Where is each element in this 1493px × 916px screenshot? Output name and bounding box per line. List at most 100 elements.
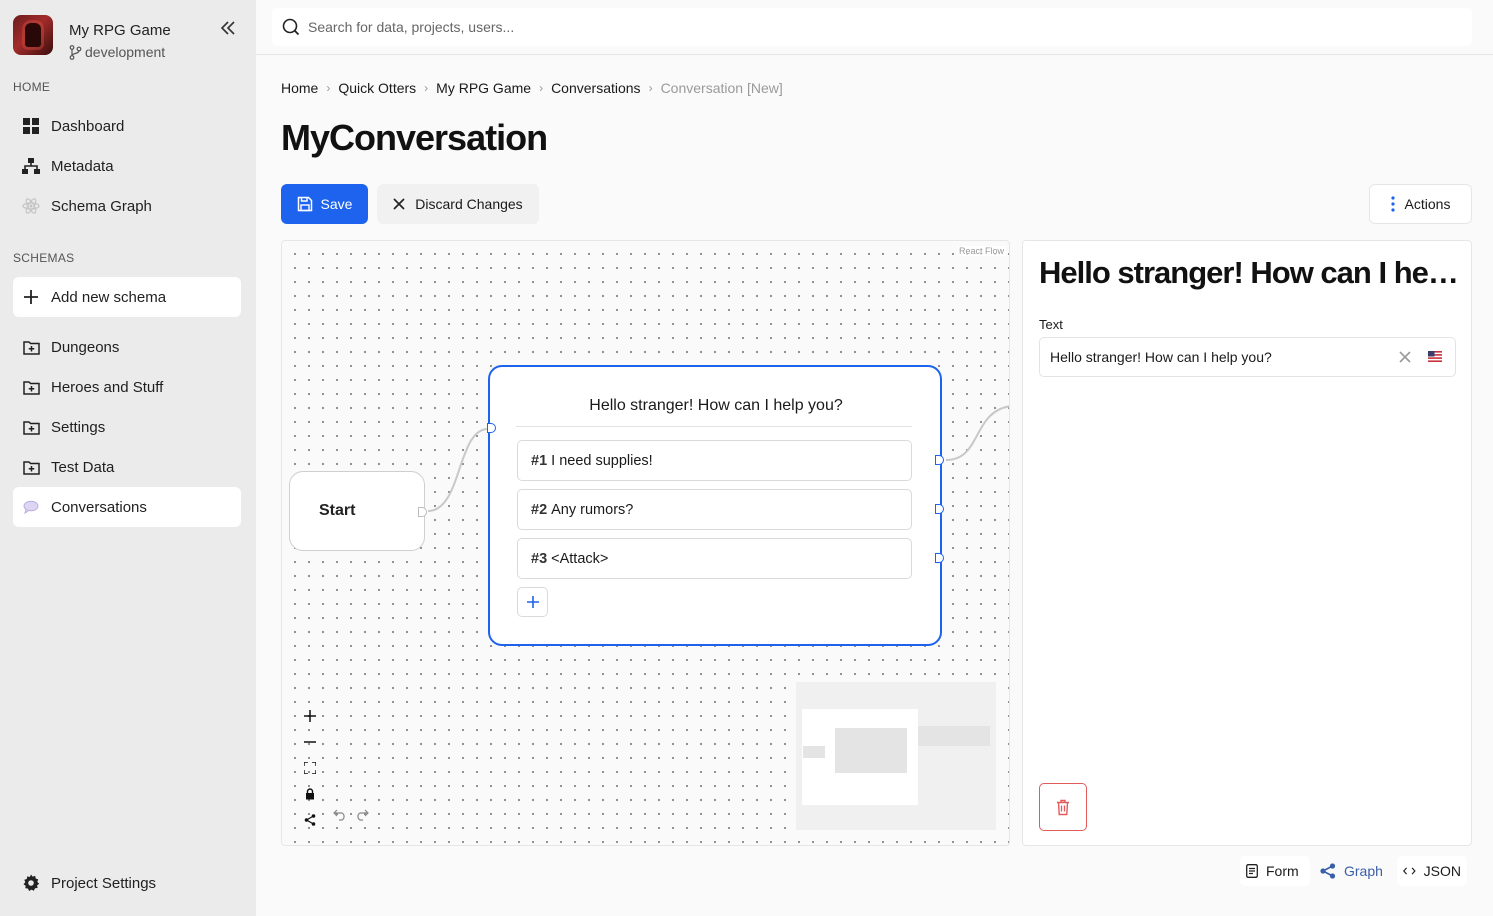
plus-icon	[21, 287, 41, 307]
view-tab-form-label: Form	[1266, 863, 1299, 879]
sidebar-item-label: Conversations	[51, 498, 147, 516]
save-button[interactable]: Save	[281, 184, 368, 224]
more-vertical-icon	[1390, 196, 1395, 212]
graph-share-icon	[1320, 863, 1336, 879]
sitemap-icon	[21, 156, 41, 176]
clear-icon[interactable]	[1397, 349, 1413, 365]
git-branch-icon	[69, 44, 82, 60]
share-layout-button[interactable]	[299, 809, 321, 831]
choice-number: #3	[531, 550, 548, 567]
view-tab-graph[interactable]: Graph	[1314, 856, 1392, 886]
minimap-node	[803, 746, 825, 758]
edge-start-to-node	[427, 428, 489, 512]
breadcrumb-home[interactable]: Home	[281, 80, 318, 96]
choice-text: I need supplies!	[551, 452, 653, 469]
share-icon	[304, 814, 316, 826]
choice-item[interactable]: #2 Any rumors?	[517, 489, 912, 530]
choice-item[interactable]: #1 I need supplies!	[517, 440, 912, 481]
sidebar-item-test-data[interactable]: Test Data	[13, 447, 241, 487]
chevron-right-icon: ›	[424, 81, 429, 95]
discard-label: Discard Changes	[415, 196, 523, 212]
save-label: Save	[320, 196, 353, 212]
search-input[interactable]	[308, 19, 1408, 35]
node-divider	[516, 426, 912, 427]
discard-changes-button[interactable]: Discard Changes	[377, 184, 539, 224]
page-title: MyConversation	[281, 117, 548, 158]
choice-number: #2	[531, 501, 548, 518]
graph-controls	[299, 705, 319, 835]
folder-plus-icon	[21, 457, 41, 477]
text-field-label: Text	[1039, 317, 1063, 332]
undo-icon[interactable]	[333, 809, 347, 821]
minimap-node	[918, 726, 990, 746]
start-node[interactable]: Start	[289, 471, 427, 551]
branch-name: development	[85, 44, 166, 60]
node-detail-panel: Hello stranger! How can I help you? Text	[1022, 240, 1472, 846]
minimap[interactable]	[796, 682, 996, 830]
breadcrumb-project[interactable]: My RPG Game	[436, 80, 531, 96]
zoom-out-button[interactable]	[299, 731, 321, 753]
breadcrumb: Home › Quick Otters › My RPG Game › Conv…	[281, 80, 783, 96]
sidebar-item-label: Heroes and Stuff	[51, 378, 164, 396]
breadcrumb-current: Conversation [New]	[660, 80, 783, 96]
breadcrumb-org[interactable]: Quick Otters	[338, 80, 416, 96]
save-icon	[297, 196, 312, 212]
sidebar-item-conversations[interactable]: Conversations	[13, 487, 241, 527]
sidebar-item-heroes-and-stuff[interactable]: Heroes and Stuff	[13, 367, 241, 407]
sidebar-item-label: Settings	[51, 418, 106, 436]
breadcrumb-schema[interactable]: Conversations	[551, 80, 641, 96]
nav-item-dashboard[interactable]: Dashboard	[13, 106, 241, 146]
add-schema-label: Add new schema	[51, 288, 167, 306]
close-icon	[393, 198, 405, 210]
nav-item-schema-graph[interactable]: Schema Graph	[13, 186, 241, 226]
actions-label: Actions	[1404, 196, 1451, 212]
undo-redo-group	[333, 809, 369, 821]
trash-icon	[1057, 799, 1069, 815]
view-tab-json-label: JSON	[1423, 863, 1461, 879]
add-choice-button[interactable]	[517, 587, 548, 617]
conversation-graph-canvas[interactable]: React Flow Start Hello stranger! How can…	[281, 240, 1010, 846]
collapse-sidebar-button[interactable]	[216, 16, 240, 40]
delete-node-button[interactable]	[1039, 783, 1087, 831]
minus-icon	[304, 741, 316, 743]
text-field-input[interactable]	[1050, 349, 1380, 365]
global-search[interactable]	[272, 8, 1472, 46]
project-switcher[interactable]: My RPG Game development	[13, 15, 243, 63]
nav-item-metadata[interactable]: Metadata	[13, 146, 241, 186]
dialogue-node-title: Hello stranger! How can I help you?	[589, 397, 843, 414]
chevron-right-icon: ›	[539, 81, 544, 95]
project-branch[interactable]: development	[69, 44, 165, 60]
folder-plus-icon	[21, 417, 41, 437]
choice-number: #1	[531, 452, 548, 469]
add-schema-button[interactable]: Add new schema	[13, 277, 241, 317]
text-field[interactable]	[1039, 337, 1456, 377]
nav-label-dashboard: Dashboard	[51, 117, 125, 135]
sidebar-item-label: Test Data	[51, 458, 115, 476]
sidebar-item-dungeons[interactable]: Dungeons	[13, 327, 241, 367]
chevron-right-icon: ›	[648, 81, 653, 95]
dashboard-icon	[21, 116, 41, 136]
chat-bubble-icon	[21, 497, 41, 517]
lock-icon	[306, 788, 314, 800]
node-input-handle[interactable]	[487, 423, 496, 433]
fit-view-button[interactable]	[299, 757, 321, 779]
choice-text: Any rumors?	[551, 501, 634, 518]
redo-icon[interactable]	[355, 809, 369, 821]
view-tab-json[interactable]: JSON	[1397, 856, 1467, 886]
gear-icon	[21, 873, 41, 893]
dialogue-node[interactable]: Hello stranger! How can I help you? #1 I…	[487, 365, 944, 646]
chevron-right-icon: ›	[326, 81, 331, 95]
toggle-lock-button[interactable]	[299, 783, 321, 805]
view-tab-form[interactable]: Form	[1240, 856, 1310, 886]
us-flag-icon[interactable]	[1428, 351, 1442, 362]
project-settings-link[interactable]: Project Settings	[13, 863, 241, 903]
actions-menu-button[interactable]: Actions	[1369, 184, 1472, 224]
nav-label-metadata: Metadata	[51, 157, 114, 175]
choice-item[interactable]: #3 <Attack>	[517, 538, 912, 579]
sidebar-item-settings[interactable]: Settings	[13, 407, 241, 447]
zoom-in-button[interactable]	[299, 705, 321, 727]
plus-icon	[304, 710, 316, 722]
sidebar: My RPG Game development HOME Dashboard M…	[0, 0, 256, 916]
header-divider	[256, 54, 1493, 55]
atom-icon	[21, 196, 41, 216]
